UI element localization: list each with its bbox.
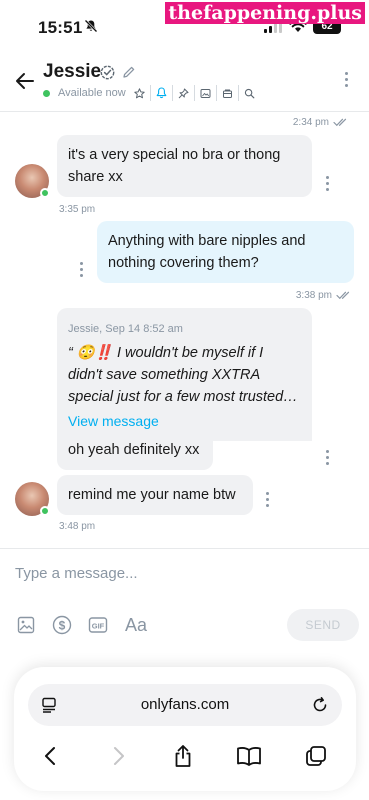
search-icon[interactable] — [238, 85, 260, 101]
composer-divider — [0, 548, 369, 549]
message-more-icon[interactable] — [80, 262, 84, 280]
message-text: remind me your name btw — [68, 487, 236, 503]
gallery-icon[interactable] — [194, 85, 216, 101]
message-time: 3:38 pm — [295, 290, 332, 301]
message-text: it's a very special no bra or thong shar… — [68, 147, 281, 185]
tip-dollar-icon[interactable]: $ — [51, 614, 73, 636]
message-time: 2:34 pm — [292, 117, 329, 128]
more-options-icon[interactable] — [345, 72, 349, 90]
message-bubble-outgoing[interactable]: Anything with bare nipples and nothing c… — [97, 221, 354, 283]
message-more-icon[interactable] — [266, 492, 270, 510]
availability-status: Available now — [58, 87, 126, 99]
bell-slash-icon — [84, 19, 98, 33]
forward-icon[interactable] — [106, 743, 132, 769]
back-icon[interactable] — [37, 743, 63, 769]
browser-toolbar: onlyfans.com — [14, 667, 356, 791]
share-icon[interactable] — [170, 743, 196, 769]
message-input[interactable]: Type a message... — [15, 565, 138, 582]
vault-icon[interactable] — [216, 85, 238, 101]
svg-text:GIF: GIF — [92, 622, 105, 631]
watermark: thefappening.plus — [165, 2, 365, 24]
online-indicator — [43, 90, 50, 97]
online-indicator — [40, 188, 50, 198]
view-message-link[interactable]: View message — [68, 410, 301, 432]
double-check-icon — [336, 291, 350, 300]
avatar[interactable] — [15, 164, 50, 198]
tabs-icon[interactable] — [303, 743, 329, 769]
header-divider — [0, 111, 369, 112]
back-arrow-icon[interactable] — [14, 70, 36, 92]
bell-icon[interactable] — [150, 85, 172, 101]
svg-text:$: $ — [59, 618, 66, 632]
quoted-message[interactable]: Jessie, Sep 14 8:52 am “ 😳‼️ I wouldn't … — [57, 308, 312, 441]
image-icon[interactable] — [15, 614, 37, 636]
avatar[interactable] — [15, 482, 50, 516]
contact-name[interactable]: Jessie — [43, 61, 101, 83]
chat-header: Jessie Available now — [0, 54, 369, 110]
double-check-icon — [333, 118, 347, 127]
browser-nav — [14, 741, 356, 771]
message-text: oh yeah definitely xx — [68, 442, 200, 458]
verified-icon — [100, 65, 115, 80]
message-time: 3:48 pm — [59, 521, 96, 532]
message-more-icon[interactable] — [326, 450, 330, 468]
message-more-icon[interactable] — [326, 176, 330, 194]
composer-toolbar: $ GIF Aa — [15, 614, 149, 636]
edit-pencil-icon[interactable] — [122, 65, 136, 79]
message-bubble-incoming[interactable]: it's a very special no bra or thong shar… — [57, 135, 312, 197]
message-meta: 3:38 pm — [296, 290, 352, 301]
text-format-icon[interactable]: Aa — [123, 614, 149, 636]
star-icon[interactable] — [128, 85, 150, 101]
header-actions — [128, 85, 260, 101]
message-bubble-incoming[interactable]: oh yeah definitely xx — [57, 430, 213, 470]
address-bar[interactable]: onlyfans.com — [28, 684, 342, 726]
quote-author-date: Jessie, Sep 14 8:52 am — [68, 323, 183, 335]
message-text: Anything with bare nipples and nothing c… — [108, 233, 306, 271]
quote-text: “ 😳‼️ I wouldn't be myself if I didn't s… — [68, 345, 298, 405]
bookmarks-icon[interactable] — [236, 743, 262, 769]
online-indicator — [40, 506, 50, 516]
message-time: 3:35 pm — [59, 204, 96, 215]
pin-icon[interactable] — [172, 85, 194, 101]
gif-icon[interactable]: GIF — [87, 614, 109, 636]
message-meta: 2:34 pm — [293, 117, 349, 128]
reload-icon[interactable] — [311, 696, 329, 714]
status-time: 15:51 — [38, 18, 83, 37]
send-button[interactable]: SEND — [287, 609, 359, 641]
message-bubble-incoming[interactable]: remind me your name btw — [57, 475, 253, 515]
url-text: onlyfans.com — [140, 696, 230, 713]
